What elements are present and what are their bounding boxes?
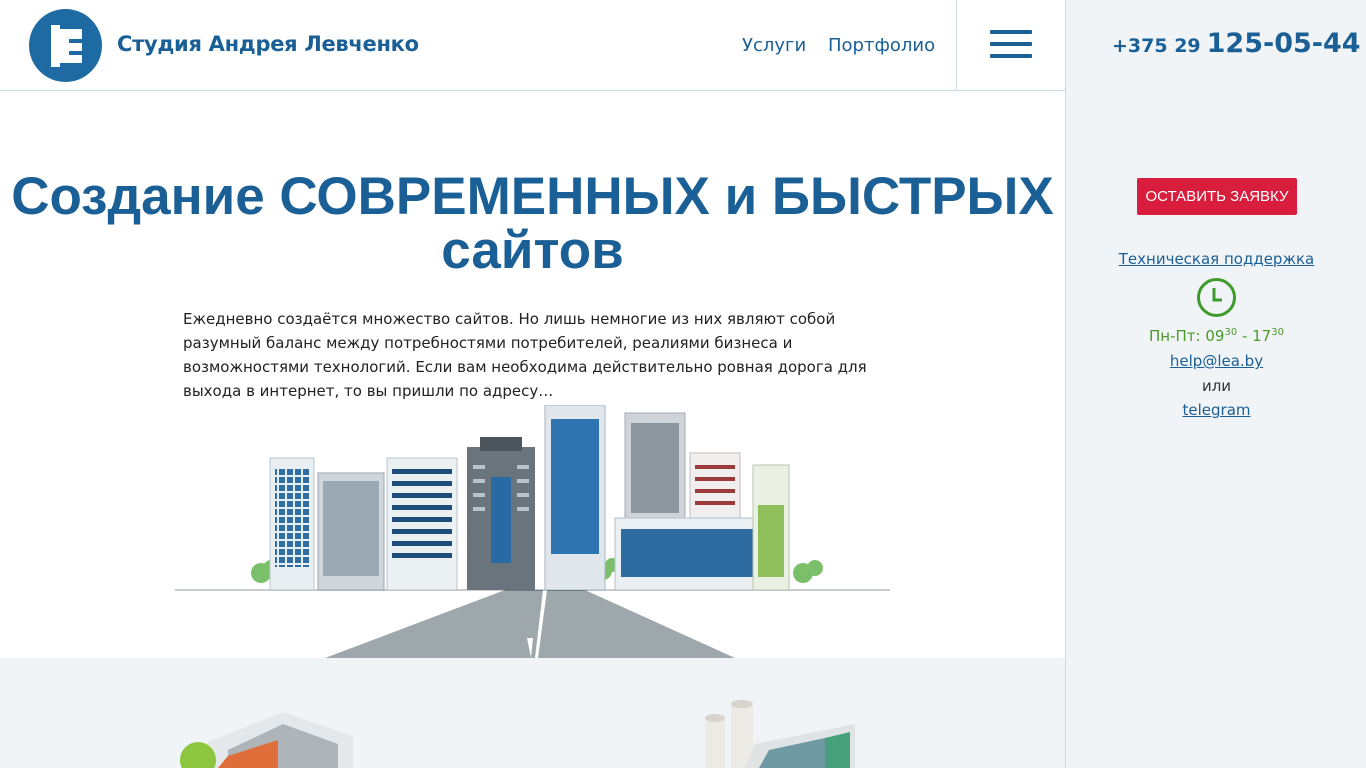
phone-number: 125-05-44	[1206, 28, 1361, 59]
city-illustration	[175, 405, 890, 658]
services-preview	[0, 658, 1065, 768]
brand-name[interactable]: Студия Андрея Левченко	[117, 32, 419, 56]
logo-icon	[51, 25, 82, 67]
support-link[interactable]: Техническая поддержка	[1066, 250, 1366, 268]
telegram-link[interactable]: telegram	[1066, 401, 1366, 419]
hero-title: Создание СОВРЕМЕННЫХ и БЫСТРЫХ сайтов	[11, 167, 1054, 280]
menu-burger-icon[interactable]	[990, 30, 1032, 62]
header-divider	[956, 0, 957, 91]
working-hours: Пн-Пт: 0930 - 1730	[1149, 327, 1284, 345]
phone-panel: +375 29 125-05-44	[1065, 0, 1366, 91]
phone-link[interactable]: +375 29 125-05-44	[1112, 28, 1361, 59]
hero-section: Создание СОВРЕМЕННЫХ и БЫСТРЫХ сайтов Еже…	[0, 92, 1065, 658]
or-label: или	[1201, 377, 1232, 395]
contact-sidebar: ОСТАВИТЬ ЗАЯВКУ Техническая поддержка Пн…	[1065, 91, 1366, 768]
nav-portfolio[interactable]: Портфолио	[828, 35, 935, 56]
studio-logo[interactable]	[29, 9, 102, 82]
site-header: Студия Андрея Левченко Услуги Портфолио …	[0, 0, 1366, 91]
support-email-link[interactable]: help@lea.by	[1066, 352, 1366, 370]
order-button[interactable]: ОСТАВИТЬ ЗАЯВКУ	[1137, 178, 1297, 215]
nav-services[interactable]: Услуги	[742, 35, 806, 56]
clock-icon	[1197, 278, 1236, 317]
phone-code: +375 29	[1112, 35, 1201, 57]
hero-description: Ежедневно создаётся множество сайтов. Но…	[183, 310, 867, 400]
shop-illustration	[180, 712, 353, 768]
factory-illustration	[705, 700, 855, 768]
